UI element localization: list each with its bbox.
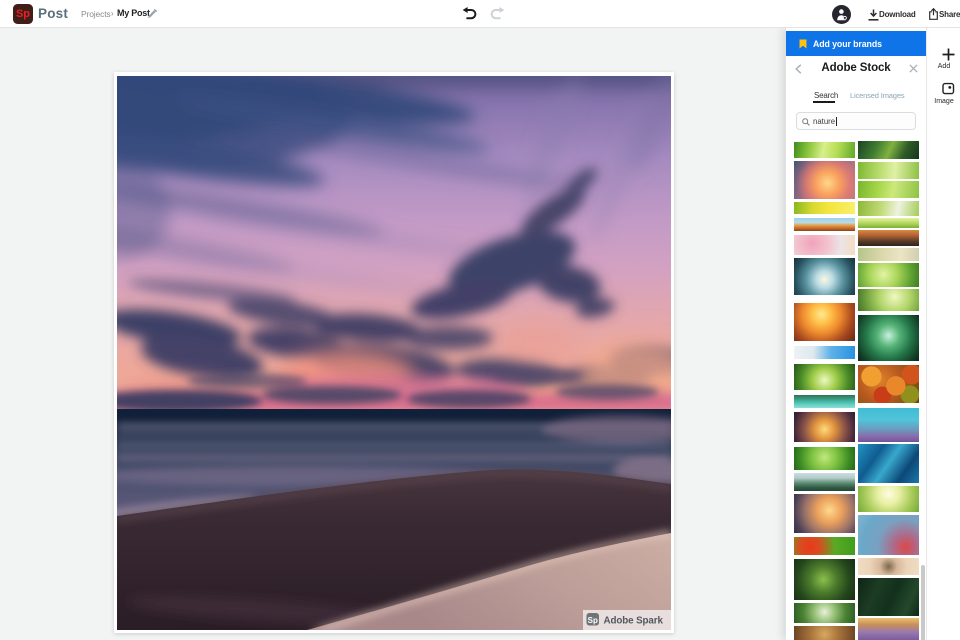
svg-text:Adobe Spark: Adobe Spark <box>604 616 664 627</box>
svg-text:Sp: Sp <box>588 616 598 625</box>
